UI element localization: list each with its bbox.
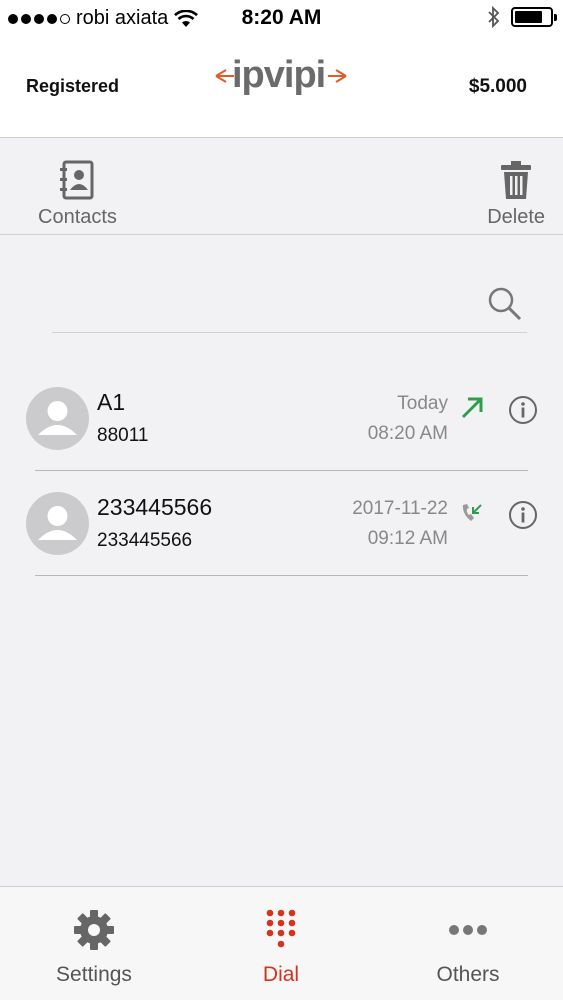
incoming-call-icon [462, 504, 482, 521]
info-icon[interactable] [508, 500, 538, 530]
contact-name: A1 [97, 389, 126, 415]
contact-number: 233445566 [97, 530, 193, 551]
contact-name: 233445566 [97, 494, 213, 520]
row-divider [35, 575, 528, 576]
avatar [26, 492, 89, 555]
call-time: 09:12 AM [367, 528, 448, 549]
search-field[interactable] [52, 280, 527, 333]
avatar [26, 387, 89, 450]
app-header: Registered ipvipi $5.000 [0, 38, 563, 138]
delete-button[interactable]: Delete [487, 160, 545, 229]
tab-dial[interactable]: Dial [201, 907, 361, 987]
tab-settings-label: Settings [56, 963, 132, 986]
more-dots-icon [449, 925, 487, 935]
call-log-row[interactable]: 233445566 233445566 2017-11-22 09:12 AM [0, 470, 563, 576]
tab-settings[interactable]: Settings [14, 907, 174, 987]
trash-icon [501, 161, 532, 199]
tab-bar: Settings Dial Others [0, 886, 563, 1000]
contacts-button[interactable]: Contacts [38, 160, 117, 229]
tab-others[interactable]: Others [388, 907, 548, 987]
info-icon[interactable] [508, 395, 538, 425]
dialpad-icon [266, 909, 296, 948]
call-time: 08:20 AM [367, 423, 448, 444]
contacts-book-icon [60, 160, 94, 200]
ipvipi-logo: ipvipi [214, 54, 348, 98]
contact-number: 88011 [97, 425, 149, 446]
status-bar: robi axiata 8:20 AM [0, 0, 563, 38]
gear-icon [74, 910, 114, 950]
account-balance: $5.000 [468, 76, 527, 97]
call-log-row[interactable]: A1 88011 Today 08:20 AM [0, 365, 563, 471]
toolbar: Contacts Delete [0, 138, 563, 235]
bluetooth-icon [488, 6, 500, 28]
tab-others-label: Others [436, 963, 500, 986]
clock: 8:20 AM [241, 6, 322, 29]
search-icon[interactable] [487, 286, 523, 322]
delete-label: Delete [487, 206, 545, 228]
call-date: 2017-11-22 [352, 498, 448, 519]
call-date: Today [397, 393, 448, 414]
battery-icon [511, 7, 557, 27]
tab-dial-label: Dial [262, 963, 300, 986]
outgoing-call-icon [461, 397, 483, 419]
registration-status: Registered [26, 76, 120, 96]
contacts-label: Contacts [38, 206, 117, 228]
